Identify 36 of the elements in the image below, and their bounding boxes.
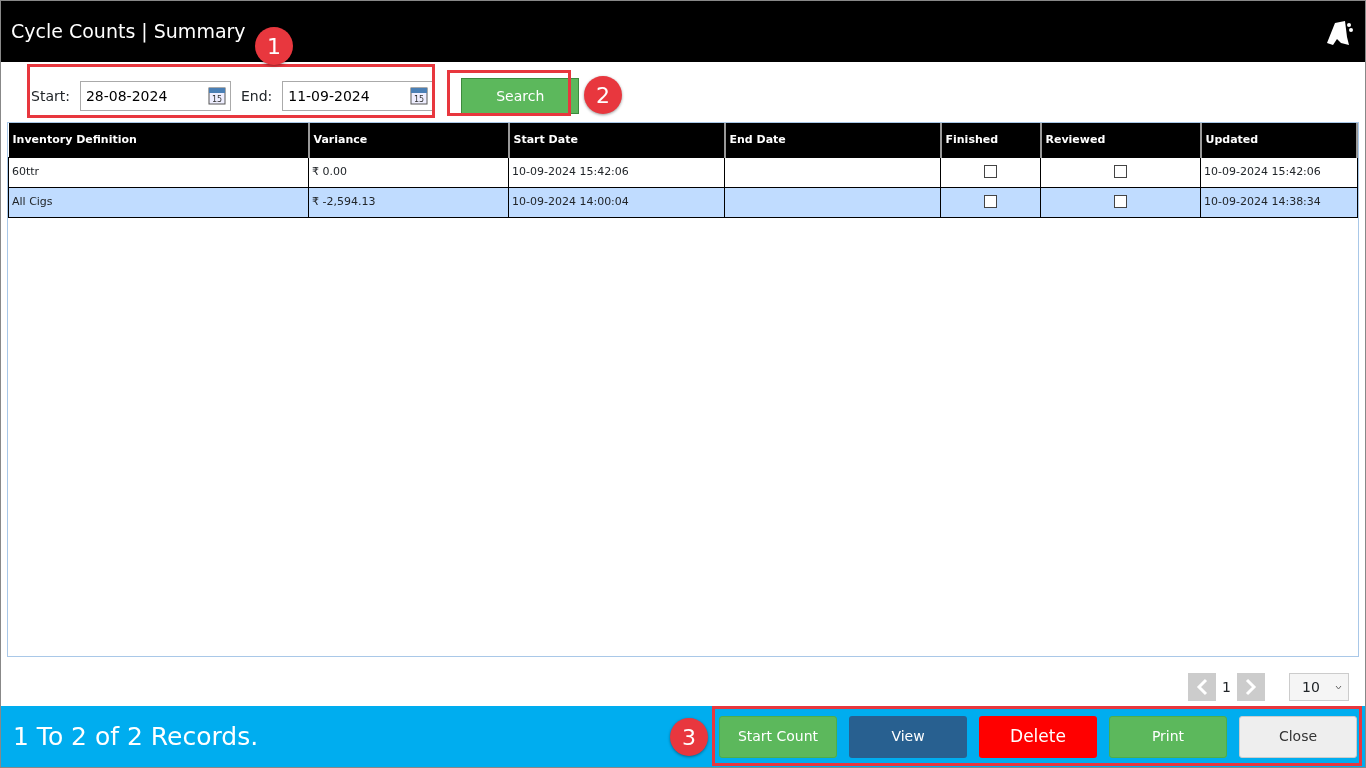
column-header[interactable]: Updated [1200,123,1357,157]
checkbox[interactable] [984,165,997,179]
column-header[interactable]: Variance [308,123,509,157]
action-button[interactable]: Close [1239,715,1357,758]
table-cell: ₹ -2,594.13 [308,187,509,217]
table-cell: All Cigs [8,187,309,217]
field-label: End: [240,86,273,106]
column-header[interactable]: Finished [940,123,1041,157]
field-label: Start: [31,86,70,106]
action-button[interactable]: View [849,715,967,758]
table-cell: 10-09-2024 14:38:34 [1200,187,1357,217]
chevron-left-icon [1196,678,1209,696]
calendar-icon[interactable]: 15 [207,87,226,105]
caret-icon [1335,684,1342,690]
callout-marker: 2 [584,76,622,114]
page-size-dropdown[interactable]: 10 [1289,673,1349,701]
checkbox[interactable] [1114,195,1127,209]
action-button[interactable]: Delete [979,715,1097,758]
column-header[interactable]: End Date [724,123,941,157]
date-field[interactable]: 11-09-2024 15 [282,81,434,111]
window-title: Cycle Counts | Summary [11,19,246,45]
record-count: 1 To 2 of 2 Records. [13,720,259,753]
chevron-right-icon [1245,678,1257,696]
table-cell: 10-09-2024 14:00:04 [508,187,725,217]
table-cell: 60ttr [8,157,309,187]
page-number: 1 [1222,677,1231,697]
checkbox[interactable] [984,195,997,209]
column-header[interactable]: Inventory Definition [8,123,309,157]
table-cell: ₹ 0.00 [308,157,509,187]
column-header[interactable]: Start Date [508,123,725,157]
checkbox[interactable] [1114,165,1127,179]
table-cell: 10-09-2024 15:42:06 [1200,157,1357,187]
column-header[interactable]: Reviewed [1040,123,1201,157]
calendar-icon[interactable]: 15 [410,87,429,105]
table-cell: 10-09-2024 15:42:06 [508,157,725,187]
date-field[interactable]: 28-08-2024 15 [79,81,231,111]
